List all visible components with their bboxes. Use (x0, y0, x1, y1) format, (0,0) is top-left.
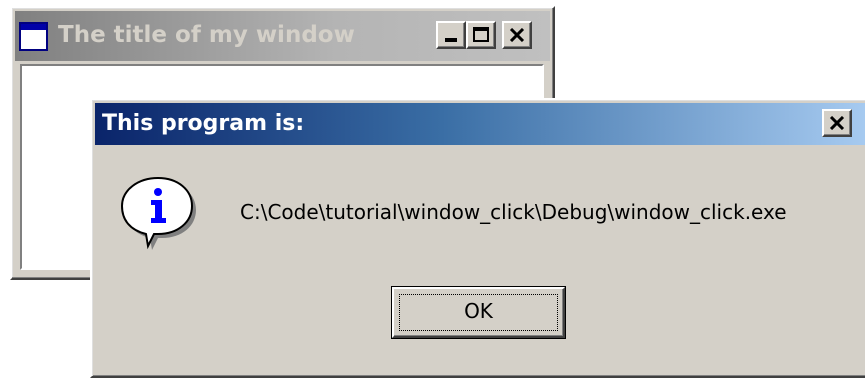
maximize-button[interactable] (466, 21, 496, 49)
close-icon (504, 23, 530, 47)
message-text: C:\Code\tutorial\window_click\Debug\wind… (240, 200, 787, 224)
message-box-titlebar[interactable]: This program is: (95, 103, 865, 145)
ok-button[interactable]: OK (391, 286, 566, 339)
message-box: This program is: C:\Code\tutorial\window… (90, 98, 865, 378)
message-box-title: This program is: (102, 111, 305, 136)
close-icon (824, 111, 850, 135)
background-window-title: The title of my window (58, 22, 355, 48)
minimize-icon (445, 38, 457, 42)
app-window-icon (19, 22, 48, 51)
background-close-button[interactable] (502, 21, 532, 49)
message-box-close-button[interactable] (822, 109, 852, 137)
maximize-icon (473, 27, 489, 42)
background-window-titlebar[interactable]: The title of my window (15, 11, 550, 61)
information-icon (118, 174, 198, 252)
ok-button-label: OK (464, 299, 493, 323)
minimize-button[interactable] (436, 21, 466, 49)
